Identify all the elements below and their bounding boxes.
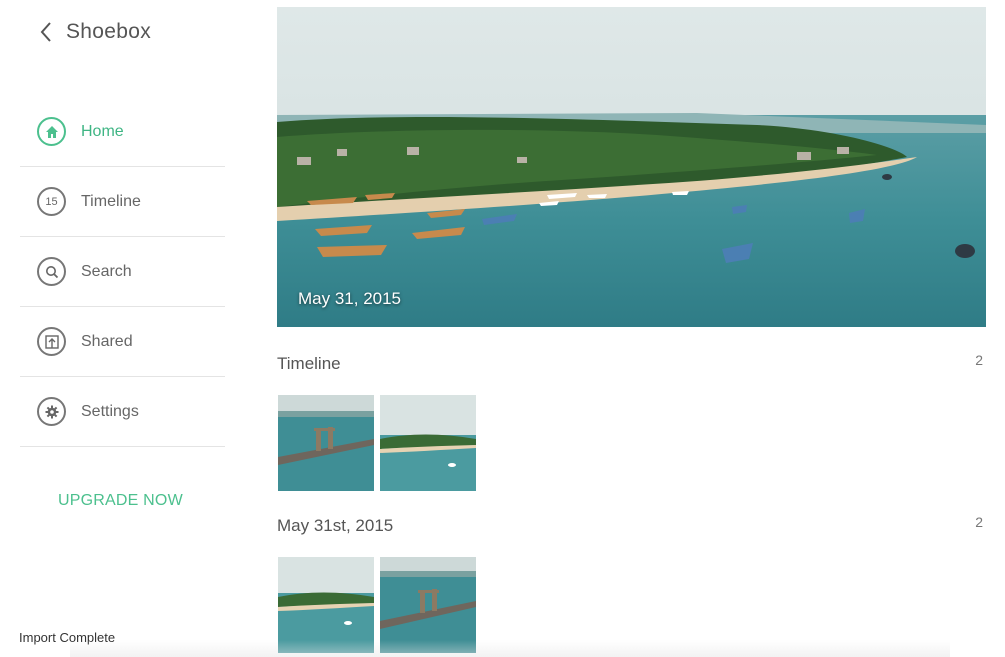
beach-photo	[380, 395, 476, 491]
chevron-left-icon	[40, 22, 51, 42]
hero-date: May 31, 2015	[298, 289, 402, 308]
date-thumbnails	[278, 557, 476, 653]
bridge-photo	[380, 557, 476, 653]
timeline-icon: 15	[37, 187, 66, 216]
back-button[interactable]: Shoebox	[36, 18, 151, 46]
hero-photo[interactable]: May 31, 2015	[277, 7, 986, 327]
sidebar-item-timeline[interactable]: 15 Timeline	[20, 167, 225, 237]
sidebar-nav: Home 15 Timeline Search Shared Settings	[20, 97, 225, 447]
section-title-date: May 31st, 2015	[277, 516, 394, 535]
home-icon	[37, 117, 66, 146]
import-status: Import Complete	[19, 630, 116, 645]
sidebar-item-label: Shared	[81, 332, 133, 350]
sidebar-item-home[interactable]: Home	[20, 97, 225, 167]
beach-photo	[278, 557, 374, 653]
photo-thumbnail[interactable]	[278, 557, 374, 653]
photo-thumbnail[interactable]	[278, 395, 374, 491]
gear-icon	[37, 397, 66, 426]
sidebar-item-label: Home	[81, 122, 124, 140]
sidebar-item-label: Settings	[81, 402, 139, 420]
sidebar-item-label: Timeline	[81, 192, 141, 210]
section-count: 2	[975, 514, 983, 530]
photo-thumbnail[interactable]	[380, 395, 476, 491]
app-title: Shoebox	[66, 20, 152, 43]
sidebar-item-label: Search	[81, 262, 132, 280]
timeline-thumbnails	[278, 395, 476, 491]
section-count: 2	[975, 352, 983, 368]
bridge-photo	[278, 395, 374, 491]
timeline-badge: 15	[45, 195, 58, 208]
search-icon	[37, 257, 66, 286]
photo-thumbnail[interactable]	[380, 557, 476, 653]
sidebar: Shoebox Home 15 Timeline Search Shared S…	[0, 0, 250, 657]
hero-image	[277, 7, 986, 327]
share-icon	[37, 327, 66, 356]
sidebar-item-shared[interactable]: Shared	[20, 307, 225, 377]
upgrade-now-link[interactable]: UPGRADE NOW	[58, 492, 183, 510]
section-title-timeline: Timeline	[277, 354, 341, 373]
sidebar-item-settings[interactable]: Settings	[20, 377, 225, 447]
sidebar-item-search[interactable]: Search	[20, 237, 225, 307]
